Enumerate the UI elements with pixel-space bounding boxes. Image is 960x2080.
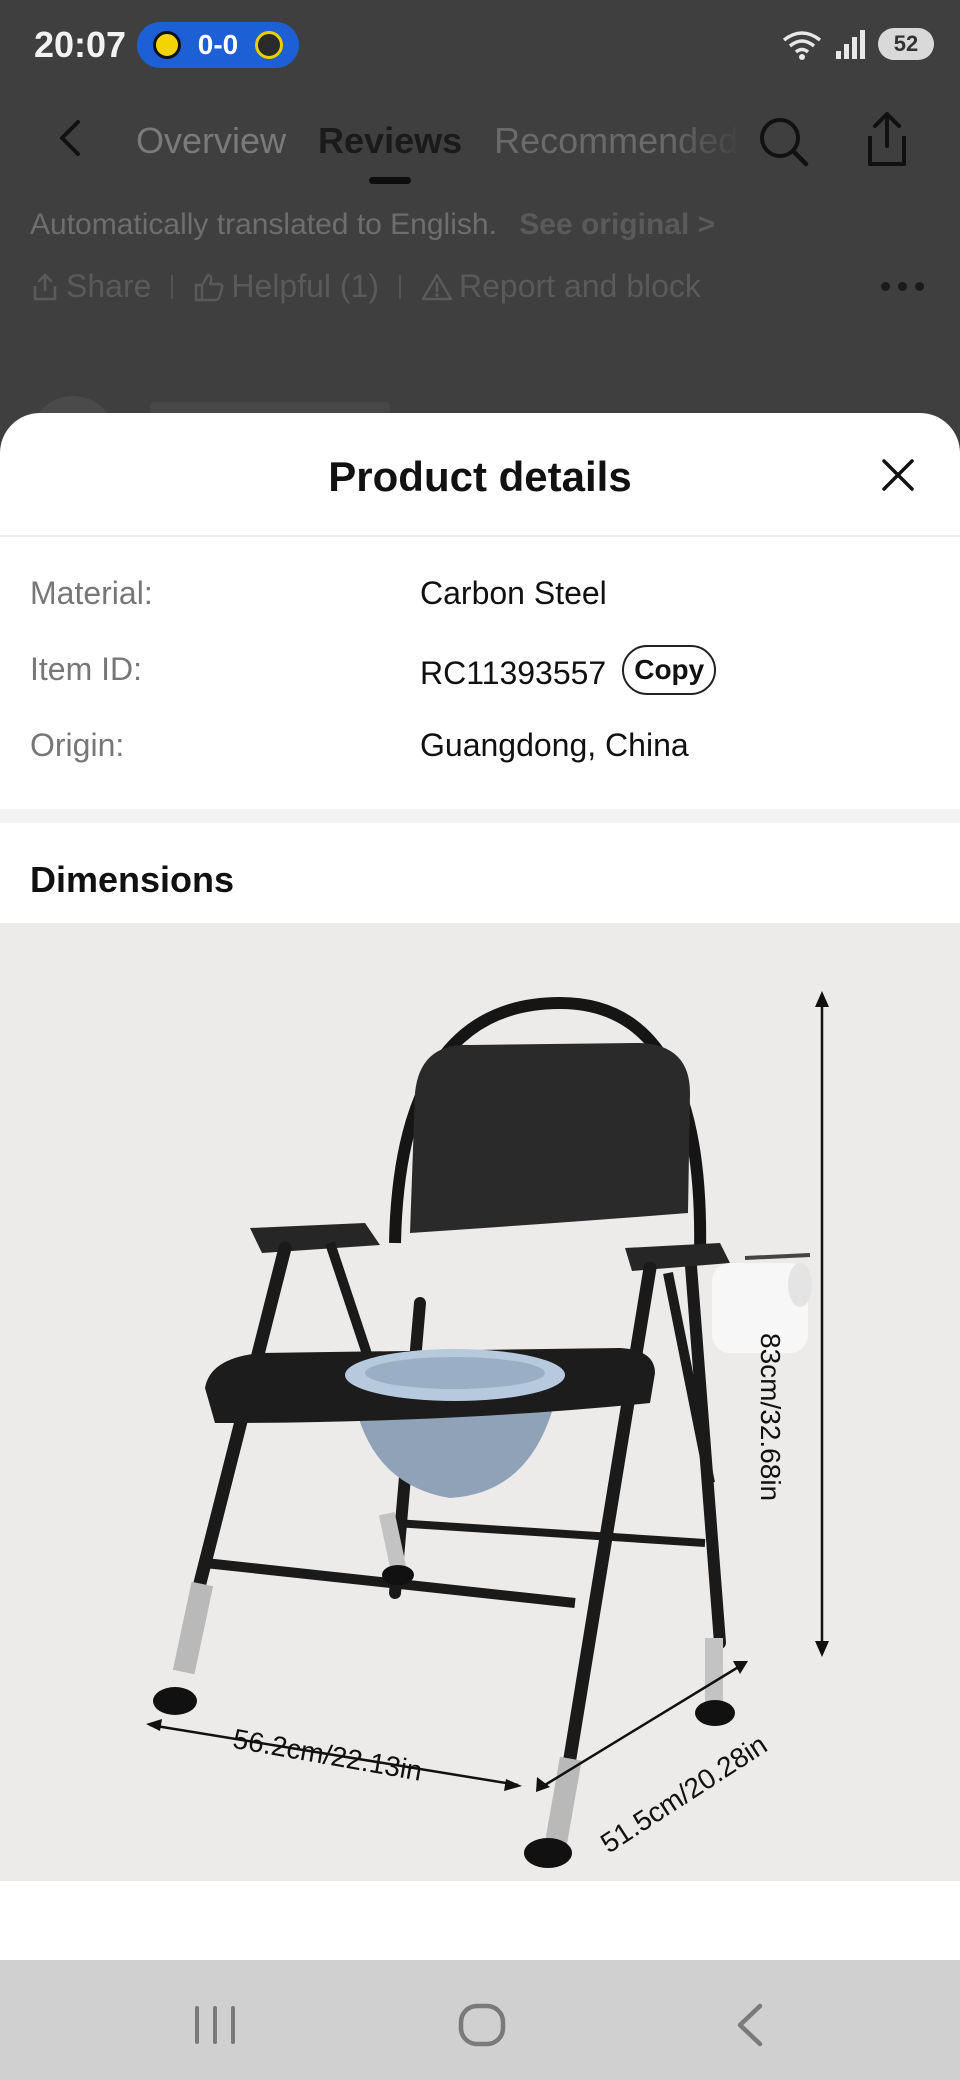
see-original-link[interactable]: See original >: [519, 208, 715, 241]
background-page: 20:07 0-0 52 Overview Reviews Recommende…: [0, 0, 960, 482]
share-review-button[interactable]: Share: [30, 268, 151, 305]
sheet-title: Product details: [328, 453, 632, 500]
attribute-row-material: Material: Carbon Steel: [0, 557, 960, 633]
copy-button[interactable]: Copy: [622, 645, 717, 695]
more-options-icon[interactable]: [881, 282, 924, 291]
club-logo-icon: [153, 31, 181, 59]
review-actions: Share Helpful (1) Report and block: [30, 268, 701, 305]
recent-apps-icon[interactable]: [185, 2000, 245, 2050]
section-divider: [0, 809, 960, 823]
tab-recommended[interactable]: Recommended: [494, 120, 744, 162]
share-icon[interactable]: [860, 110, 914, 170]
attribute-value: Guangdong, China: [420, 727, 689, 764]
report-block-button[interactable]: Report and block: [421, 268, 701, 305]
attribute-row-item-id: Item ID: RC11393557 Copy: [0, 633, 960, 709]
review-tabs: Overview Reviews Recommended: [136, 120, 744, 162]
helpful-button[interactable]: Helpful (1): [193, 268, 379, 305]
attribute-label: Item ID:: [30, 651, 143, 687]
attribute-value: Carbon Steel: [420, 575, 607, 612]
attribute-label: Material:: [30, 575, 153, 611]
back-arrow-icon[interactable]: [50, 116, 94, 160]
system-nav-bar: [0, 1960, 960, 2080]
share-icon: [33, 273, 57, 300]
live-score: 0-0: [197, 29, 239, 60]
share-label: Share: [66, 268, 152, 304]
system-back-icon[interactable]: [722, 2000, 782, 2050]
search-icon[interactable]: [756, 114, 812, 170]
divider: [171, 274, 174, 299]
divider: [399, 274, 401, 299]
item-id-value: RC11393557: [420, 654, 607, 691]
live-score-pill[interactable]: 0-0: [137, 22, 299, 68]
tab-reviews[interactable]: Reviews: [318, 120, 462, 162]
translation-text: Automatically translated to English.: [30, 208, 497, 241]
close-icon[interactable]: [878, 455, 918, 495]
tab-overview[interactable]: Overview: [136, 120, 286, 162]
status-bar: 20:07 0-0 52: [0, 0, 960, 92]
warning-icon: [421, 273, 453, 300]
origin-value: Guangdong, China: [420, 727, 689, 763]
sheet-header: Product details: [0, 413, 960, 537]
clock: 20:07: [34, 24, 127, 65]
club-logo-icon: [255, 31, 283, 59]
signal-icon: [836, 30, 865, 59]
material-value: Carbon Steel: [420, 575, 607, 611]
height-label: 83cm/32.68in: [755, 1333, 786, 1502]
dimensions-header: Dimensions: [0, 823, 960, 923]
commode-chair-image: 83cm/32.68in 56.2cm/22.13in 51.5cm/20.28…: [0, 923, 960, 1881]
attribute-value: RC11393557 Copy: [420, 645, 717, 695]
wifi-icon: [782, 31, 822, 60]
dimensions-title: Dimensions: [30, 859, 235, 900]
attribute-row-origin: Origin: Guangdong, China: [0, 709, 960, 785]
battery-indicator: 52: [878, 28, 934, 60]
attribute-label: Origin:: [30, 727, 125, 763]
status-icons: 52: [780, 26, 934, 62]
translation-note: Automatically translated to English. See…: [30, 208, 715, 242]
product-details-sheet: Product details Material: Carbon Steel I…: [0, 413, 960, 1960]
review-nav-bar: Overview Reviews Recommended: [0, 100, 960, 180]
product-attributes: Material: Carbon Steel Item ID: RC113935…: [0, 537, 960, 809]
report-label: Report and block: [459, 268, 701, 304]
thumbs-up-icon: [195, 273, 224, 301]
commode-chair-illustration: [146, 991, 829, 1868]
helpful-label: Helpful (1): [231, 268, 379, 304]
home-icon[interactable]: [452, 2000, 512, 2050]
